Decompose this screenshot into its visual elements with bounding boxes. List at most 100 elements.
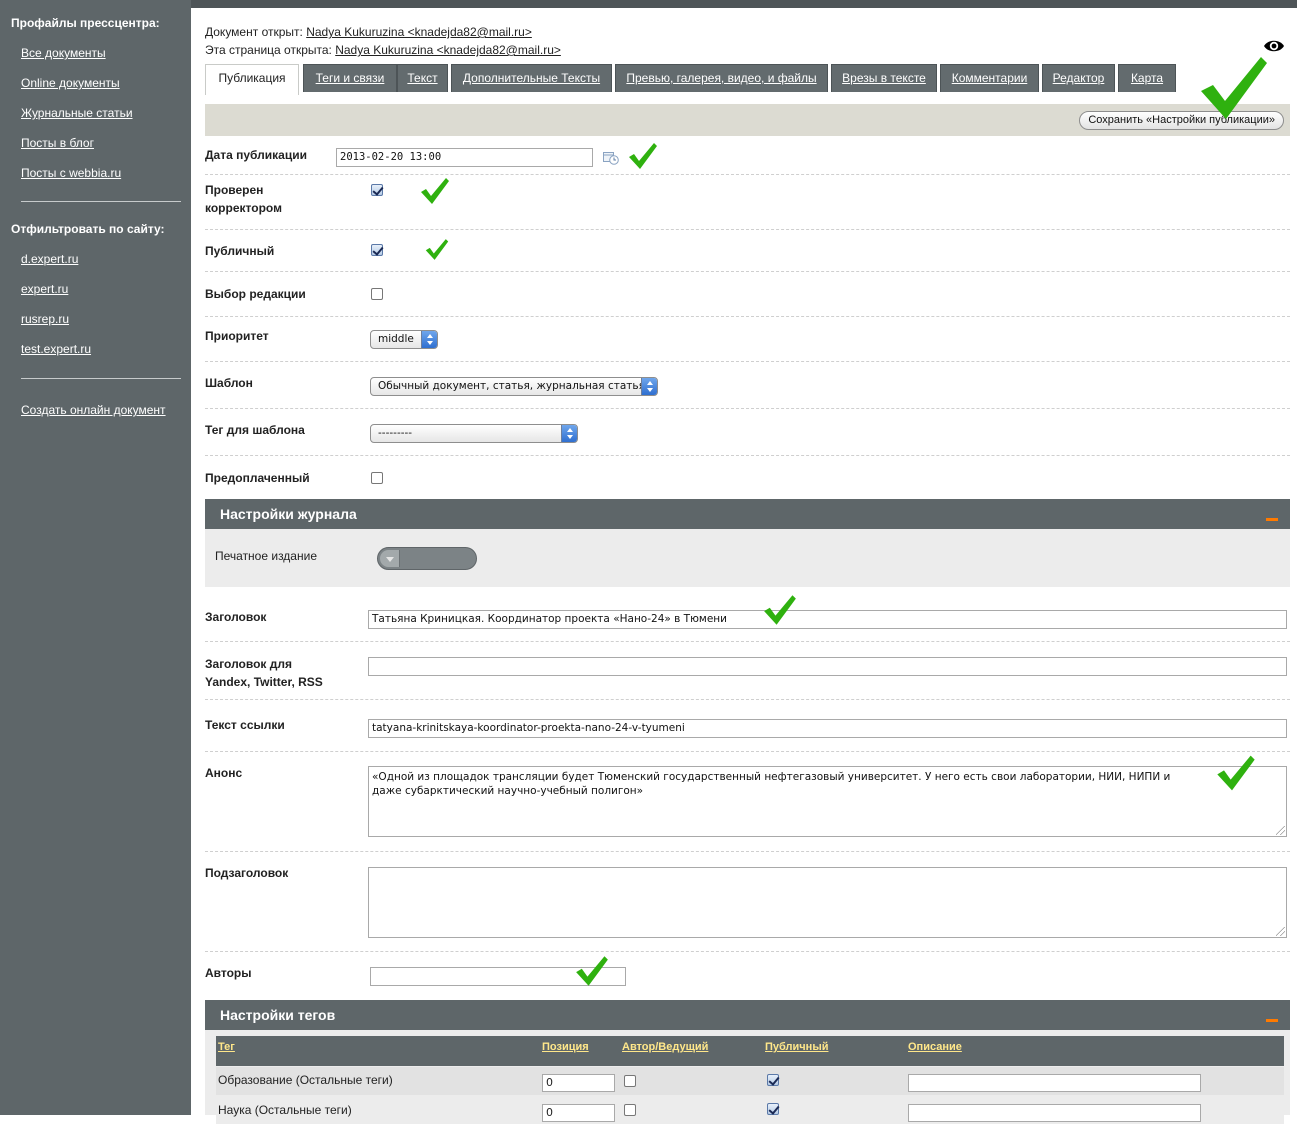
tab-inserts[interactable]: Врезы в тексте: [831, 64, 937, 92]
row-proofread: Проверен корректором: [205, 175, 1290, 230]
eye-icon[interactable]: [1263, 38, 1285, 54]
proofread-label: Проверен корректором: [205, 183, 282, 215]
template-tag-select[interactable]: ---------: [370, 424, 578, 443]
alt-title-input[interactable]: [368, 657, 1287, 676]
save-toolbar: Сохранить «Настройки публикации»: [205, 104, 1290, 136]
tag-position-input[interactable]: 0: [542, 1104, 615, 1122]
tags-column-description[interactable]: Описание: [908, 1041, 962, 1053]
tags-column-tag[interactable]: Тег: [218, 1041, 235, 1053]
tab-editor[interactable]: Редактор: [1042, 64, 1115, 92]
publication-date-label: Дата публикации: [205, 148, 307, 162]
check-mark-icon: [421, 178, 449, 204]
row-publication-date: Дата публикации 2013-02-20 13:00: [205, 140, 1290, 175]
sidebar-create-online-document[interactable]: Создать онлайн документ: [21, 403, 166, 417]
prepaid-checkbox[interactable]: [371, 472, 383, 484]
table-row: Наука (Остальные теги) 0: [216, 1096, 1284, 1124]
priority-select-value: middle: [378, 333, 414, 345]
sidebar-site-expert[interactable]: expert.ru: [21, 282, 68, 296]
publication-date-input[interactable]: 2013-02-20 13:00: [336, 148, 593, 167]
template-tag-label: Тег для шаблона: [205, 423, 305, 437]
row-title: Заголовок Татьяна Криницкая. Координатор…: [205, 587, 1290, 642]
page-opened-label: Эта страница открыта:: [205, 43, 332, 57]
sidebar-link-journal-articles[interactable]: Журнальные статьи: [21, 106, 133, 120]
table-row: Образование (Остальные теги) 0: [216, 1067, 1284, 1095]
tags-column-public[interactable]: Публичный: [765, 1041, 828, 1053]
tag-name: Образование (Остальные теги): [218, 1073, 393, 1087]
sidebar-link-webbia-posts[interactable]: Посты с webbia.ru: [21, 166, 121, 180]
announce-textarea[interactable]: «Одной из площадок трансляции будет Тюме…: [368, 766, 1287, 837]
resize-grip-icon[interactable]: [1276, 826, 1285, 835]
check-mark-icon: [1201, 57, 1267, 119]
tag-author-checkbox[interactable]: [624, 1104, 636, 1116]
sidebar-link-online-documents[interactable]: Online документы: [21, 76, 120, 90]
prepaid-label: Предоплаченный: [205, 471, 310, 485]
subtitle-label: Подзаголовок: [205, 866, 289, 880]
tab-map[interactable]: Карта: [1118, 64, 1176, 92]
proofread-checkbox[interactable]: [371, 184, 383, 196]
tags-settings-title: Настройки тегов: [220, 1007, 336, 1023]
row-announce: Анонс «Одной из площадок трансляции буде…: [205, 752, 1290, 852]
title-label: Заголовок: [205, 610, 267, 624]
sidebar-link-blog-posts[interactable]: Посты в блог: [21, 136, 94, 150]
priority-label: Приоритет: [205, 329, 269, 343]
template-select[interactable]: Обычный документ, статья, журнальная ста…: [370, 377, 658, 396]
tag-description-input[interactable]: [908, 1074, 1201, 1092]
check-mark-icon: [576, 956, 608, 986]
authors-label: Авторы: [205, 966, 252, 980]
tab-publication[interactable]: Публикация: [205, 64, 299, 95]
tag-public-checkbox[interactable]: [767, 1103, 779, 1115]
slug-input[interactable]: tatyana-krinitskaya-koordinator-proekta-…: [368, 719, 1287, 738]
sidebar-site-d-expert[interactable]: d.expert.ru: [21, 252, 78, 266]
journal-settings-body: [205, 529, 1290, 587]
tab-tags-links[interactable]: Теги и связи: [303, 64, 397, 92]
tag-public-checkbox[interactable]: [767, 1074, 779, 1086]
print-edition-select[interactable]: [377, 547, 477, 570]
subtitle-textarea[interactable]: [368, 867, 1287, 938]
alt-title-label: Заголовок для Yandex, Twitter, RSS: [205, 657, 323, 689]
title-input[interactable]: Татьяна Криницкая. Координатор проекта «…: [368, 610, 1287, 629]
dropdown-arrow-icon: [380, 550, 400, 567]
sidebar-site-test-expert[interactable]: test.expert.ru: [21, 342, 91, 356]
tag-author-checkbox[interactable]: [624, 1075, 636, 1087]
tag-description-input[interactable]: [908, 1104, 1201, 1122]
document-opened-user-link[interactable]: Nadya Kukuruzina <knadejda82@mail.ru>: [306, 25, 532, 39]
template-tag-select-value: ---------: [378, 427, 413, 439]
check-mark-icon: [764, 595, 796, 625]
document-opened-label: Документ открыт:: [205, 25, 303, 39]
row-prepaid: Предоплаченный: [205, 456, 1290, 499]
tab-bar: Публикация Теги и связи Текст Дополнител…: [205, 64, 1290, 95]
row-alt-title: Заголовок для Yandex, Twitter, RSS: [205, 642, 1290, 700]
tag-position-input[interactable]: 0: [542, 1074, 615, 1092]
sidebar-link-all-documents[interactable]: Все документы: [21, 46, 106, 60]
sidebar: Профайлы прессцентра: Все документы Onli…: [0, 0, 191, 1115]
page-opened-line: Эта страница открыта: Nadya Kukuruzina <…: [205, 43, 561, 57]
print-edition-label: Печатное издание: [215, 549, 317, 563]
public-checkbox[interactable]: [371, 244, 383, 256]
check-mark-icon: [425, 239, 449, 260]
tab-preview-gallery[interactable]: Превью, галерея, видео, и файлы: [615, 64, 828, 92]
row-editors-choice: Выбор редакции: [205, 272, 1290, 317]
tags-settings-header[interactable]: Настройки тегов: [205, 1000, 1290, 1030]
announce-text: «Одной из площадок трансляции будет Тюме…: [372, 771, 1171, 797]
row-public: Публичный: [205, 230, 1290, 272]
tags-column-position[interactable]: Позиция: [542, 1041, 589, 1053]
priority-select[interactable]: middle: [370, 330, 438, 349]
collapse-icon[interactable]: [1266, 518, 1278, 521]
tags-column-author[interactable]: Автор/Ведущий: [622, 1041, 708, 1053]
template-label: Шаблон: [205, 376, 253, 390]
editors-choice-checkbox[interactable]: [371, 288, 383, 300]
journal-settings-header[interactable]: Настройки журнала: [205, 499, 1290, 529]
tab-text[interactable]: Текст: [397, 64, 448, 92]
row-template-tag: Тег для шаблона ---------: [205, 409, 1290, 456]
page-opened-user-link[interactable]: Nadya Kukuruzina <knadejda82@mail.ru>: [335, 43, 561, 57]
tab-extra-texts[interactable]: Дополнительные Тексты: [451, 64, 612, 92]
main-content: Документ открыт: Nadya Kukuruzina <knade…: [205, 0, 1290, 1124]
tags-table-header: [216, 1036, 1284, 1066]
calendar-clock-icon[interactable]: [603, 151, 619, 165]
collapse-icon[interactable]: [1266, 1019, 1278, 1022]
resize-grip-icon[interactable]: [1276, 927, 1285, 936]
select-arrows-icon: [421, 331, 437, 348]
tab-comments[interactable]: Комментарии: [940, 64, 1039, 92]
sidebar-site-rusrep[interactable]: rusrep.ru: [21, 312, 69, 326]
sidebar-filter-heading: Отфильтровать по сайту:: [11, 222, 165, 236]
